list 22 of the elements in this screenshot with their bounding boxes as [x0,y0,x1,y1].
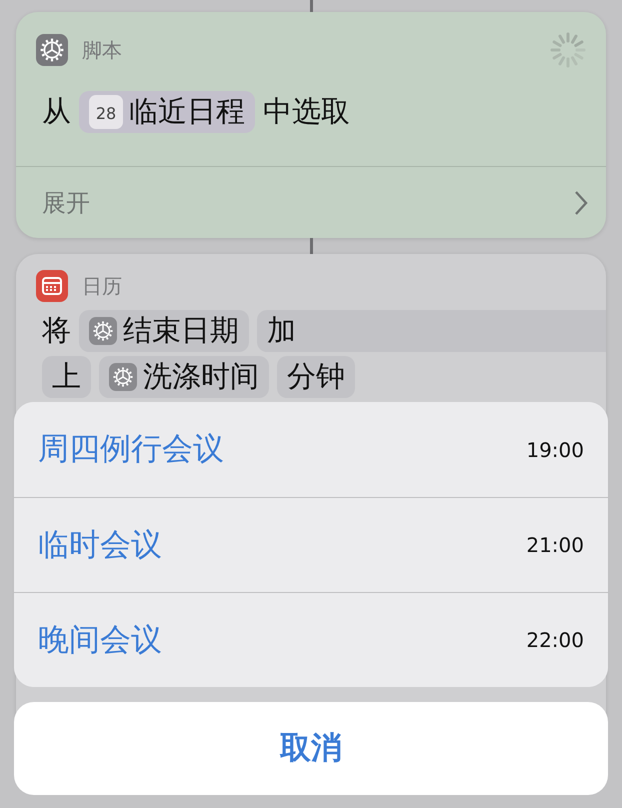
action-text: 将 [42,312,71,350]
calendar-icon [36,270,68,302]
option-row[interactable]: 晚间会议 22:00 [14,592,608,687]
action-text: 中选取 [263,93,350,130]
variable-token[interactable]: 28 临近日程 [79,91,255,133]
cancel-button[interactable]: 取消 [14,702,608,795]
variable-label: 临近日程 [129,93,245,130]
variable-token[interactable]: 洗涤时间 [99,356,269,398]
card-title: 脚本 [82,37,122,64]
variable-token[interactable]: 结束日期 [79,310,249,352]
gear-icon [112,366,134,388]
variable-label: 结束日期 [123,312,239,350]
card-title: 日历 [82,273,122,300]
parameter-field[interactable]: 分钟 [277,356,355,398]
variable-label: 洗涤时间 [143,358,259,396]
gear-icon [36,34,68,66]
parameter-field[interactable]: 加 [257,310,606,352]
parameter-field[interactable]: 上 [42,356,91,398]
date-icon: 28 [89,95,123,129]
action-text: 从 [42,93,71,130]
gear-icon [92,320,114,342]
chevron-icon [574,190,588,216]
